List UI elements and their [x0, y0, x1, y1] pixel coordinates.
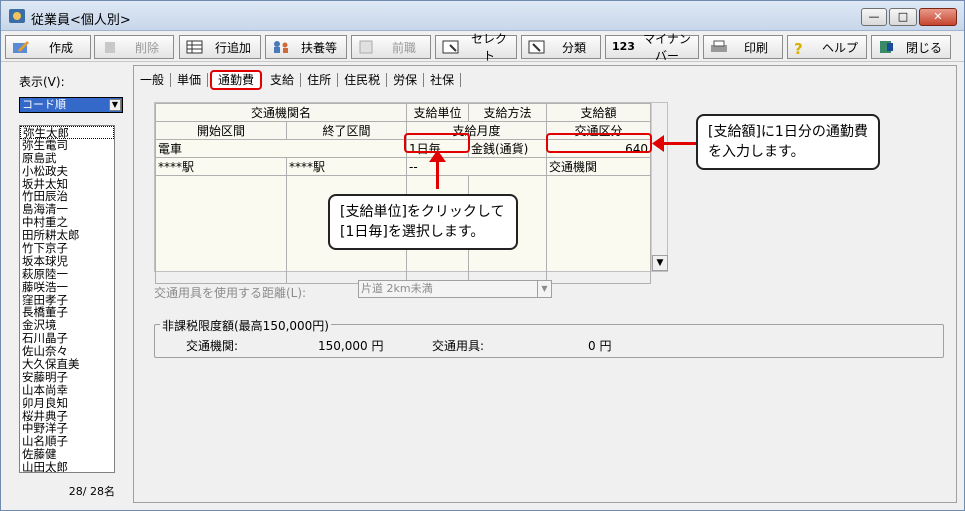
tab-3[interactable]: 支給 — [264, 73, 302, 87]
add-row-button[interactable]: 行追加 — [179, 35, 261, 59]
print-button[interactable]: 印刷 — [703, 35, 783, 59]
tab-6[interactable]: 労保 — [387, 73, 425, 87]
edit-icon — [12, 40, 30, 54]
employee-list[interactable]: 弥生太郎 弥生電司 原島武 小松政夫 坂井太知 竹田辰治 島海清一 中村重之 田所耕太郎 竹下京子… — [19, 125, 115, 473]
chevron-down-icon[interactable]: ▼ — [537, 281, 551, 297]
transport-name-cell[interactable]: 電車 — [155, 139, 407, 158]
mynumber-button[interactable]: 123 マイナンバー — [605, 32, 699, 63]
trash-icon — [101, 40, 119, 54]
main-panel: 一般 単価 通勤費 支給 住所 住民税 労保 社保 交通機関名 支給単位 支給方法 支給額 開… — [133, 65, 957, 503]
employee-list-item[interactable]: 竹下京子 — [20, 242, 114, 255]
pay-month-cell[interactable]: -- — [406, 157, 547, 176]
pay-method-cell[interactable]: 金銭(通貨) — [468, 139, 547, 158]
printer-icon — [710, 40, 728, 54]
employee-list-item[interactable]: 卯月良知 — [20, 396, 114, 410]
select-button[interactable]: セレクト — [435, 32, 517, 63]
employee-list-item[interactable]: 安藤明子 — [20, 371, 114, 384]
tab-2[interactable]: 通勤費 — [210, 70, 263, 90]
close-window-button[interactable]: ✕ — [919, 8, 957, 26]
distance-label: 交通用具を使用する距離(L): — [154, 286, 307, 300]
help-icon: ? — [794, 40, 803, 58]
equipment-limit-value: 0 円 — [588, 339, 612, 353]
category-button[interactable]: 分類 — [521, 35, 601, 59]
arrow-up-icon — [429, 150, 446, 162]
employee-list-item[interactable]: 萩原陸一 — [20, 267, 114, 281]
tab-4[interactable]: 住所 — [301, 73, 339, 87]
minimize-button[interactable]: — — [861, 8, 887, 26]
tax-limit-title: 非課税限度額(最高150,000円) — [160, 317, 331, 334]
equipment-limit-label: 交通用具: — [432, 339, 485, 353]
display-label: 表示(V): — [19, 75, 65, 89]
employee-list-item[interactable]: 弥生電司 — [20, 138, 114, 152]
employee-list-item[interactable]: 山本尚幸 — [20, 383, 114, 397]
transport-category-cell[interactable]: 交通機関 — [546, 157, 651, 176]
table-add-icon — [186, 40, 204, 54]
employee-list-item[interactable]: 山田太郎 — [20, 461, 114, 472]
header-method: 支給方法 — [468, 103, 547, 122]
help-button[interactable]: ? ヘルプ — [787, 35, 867, 59]
employee-list-item[interactable]: 藤咲浩一 — [20, 280, 114, 294]
start-section-cell[interactable]: ****駅 — [155, 157, 287, 176]
transport-limit-value: 150,000 円 — [318, 339, 384, 353]
employee-sidebar: 表示(V): コード順 ▼ 弥生太郎 弥生電司 原島武 小松政夫 坂井太知 竹田辰治 島海清… — [7, 65, 127, 503]
category-icon — [528, 40, 546, 54]
exit-button[interactable]: 閉じる — [871, 35, 951, 59]
grid-scrollbar[interactable]: ▼ — [651, 103, 668, 271]
end-section-cell[interactable]: ****駅 — [286, 157, 407, 176]
app-window: 従業員<個人別> — □ ✕ 作成 削除 行追加 扶養等 前職 セレクト 分類 … — [0, 0, 965, 511]
select-icon — [442, 40, 460, 54]
header-end-section: 終了区間 — [286, 121, 407, 140]
tab-bar: 一般 単価 通勤費 支給 住所 住民税 労保 社保 — [134, 70, 462, 90]
amount-highlight — [546, 133, 652, 153]
toolbar: 作成 削除 行追加 扶養等 前職 セレクト 分類 123 マイナンバー 印刷 ?… — [1, 32, 964, 63]
header-transport-name: 交通機関名 — [155, 103, 407, 122]
header-amount: 支給額 — [546, 103, 651, 122]
sort-order-select[interactable]: コード順 ▼ — [19, 97, 123, 113]
employee-list-item[interactable]: 大久保直美 — [20, 358, 114, 371]
exit-icon — [878, 40, 896, 54]
header-start-section: 開始区間 — [155, 121, 287, 140]
transport-limit-label: 交通機関: — [186, 339, 239, 353]
maximize-button[interactable]: □ — [889, 8, 917, 26]
window-title: 従業員<個人別> — [31, 13, 131, 28]
previous-job-button[interactable]: 前職 — [351, 35, 431, 59]
unit-callout: [支給単位]をクリックして[1日毎]を選択します。 — [328, 194, 518, 250]
delete-button[interactable]: 削除 — [94, 35, 174, 59]
employee-list-item[interactable]: 小松政夫 — [20, 164, 114, 178]
previous-job-icon — [358, 40, 376, 54]
amount-callout: [支給額]に1日分の通勤費を入力します。 — [696, 114, 880, 170]
title-bar: 従業員<個人別> — □ ✕ — [1, 1, 964, 31]
mynumber-icon: 123 — [612, 40, 635, 53]
employee-list-item[interactable]: 原島武 — [20, 151, 114, 165]
create-button[interactable]: 作成 — [5, 35, 91, 59]
arrow-left-icon — [652, 135, 664, 152]
dependents-button[interactable]: 扶養等 — [265, 35, 347, 59]
distance-select[interactable]: 片道 2km未満 ▼ — [358, 280, 552, 298]
scroll-down-icon[interactable]: ▼ — [652, 255, 668, 271]
tab-0[interactable]: 一般 — [134, 73, 172, 87]
app-icon — [9, 9, 25, 23]
tab-1[interactable]: 単価 — [171, 73, 209, 87]
employee-list-item[interactable]: 弥生太郎 — [20, 126, 114, 139]
header-unit: 支給単位 — [406, 103, 469, 122]
employee-list-item[interactable]: 坂本球児 — [20, 255, 114, 268]
tab-5[interactable]: 住民税 — [338, 73, 388, 87]
family-icon — [272, 40, 290, 54]
employee-count: 28/ 28名 — [68, 485, 115, 498]
chevron-down-icon[interactable]: ▼ — [109, 99, 121, 111]
tab-7[interactable]: 社保 — [424, 73, 462, 87]
